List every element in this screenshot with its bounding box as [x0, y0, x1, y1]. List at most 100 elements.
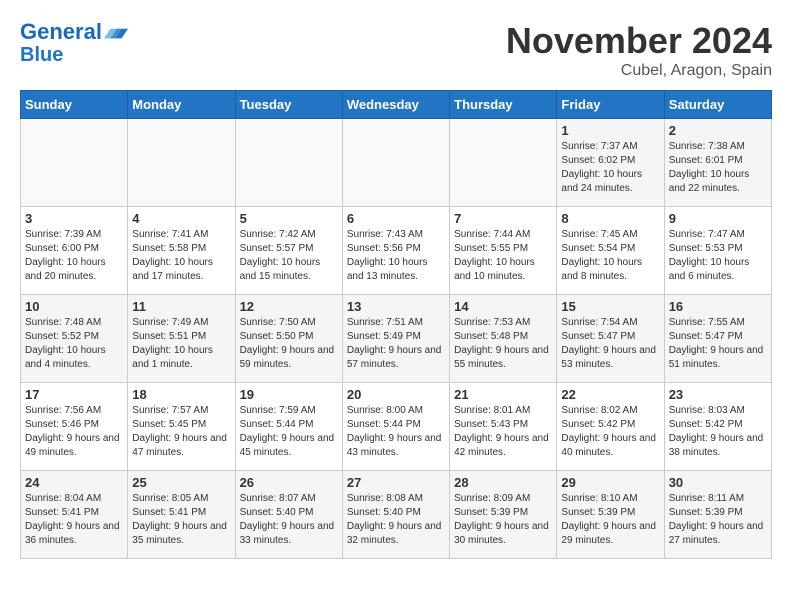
calendar-cell: 23 Sunrise: 8:03 AMSunset: 5:42 PMDayligh…: [664, 383, 771, 471]
weekday-header: Sunday: [21, 91, 128, 119]
day-info: Sunrise: 8:00 AMSunset: 5:44 PMDaylight:…: [347, 404, 445, 460]
calendar-cell: 4 Sunrise: 7:41 AMSunset: 5:58 PMDaylight…: [128, 207, 235, 295]
page-header: General Blue November 2024 Cubel, Aragon…: [20, 20, 772, 80]
calendar-cell: 30Sunrise: 8:11 AMSunset: 5:39 PMDayligh…: [664, 471, 771, 559]
day-number: 14: [454, 299, 552, 314]
day-number: 28: [454, 475, 552, 490]
day-number: 18: [132, 387, 230, 402]
logo-icon: [104, 20, 128, 44]
calendar-cell: 13 Sunrise: 7:51 AMSunset: 5:49 PMDayligh…: [342, 295, 449, 383]
day-info: Sunrise: 7:49 AMSunset: 5:51 PMDaylight:…: [132, 316, 230, 372]
day-number: 19: [240, 387, 338, 402]
weekday-header: Thursday: [450, 91, 557, 119]
title-block: November 2024 Cubel, Aragon, Spain: [506, 20, 772, 80]
day-number: 5: [240, 211, 338, 226]
day-number: 4: [132, 211, 230, 226]
day-number: 2: [669, 123, 767, 138]
day-number: 6: [347, 211, 445, 226]
calendar-cell: [342, 119, 449, 207]
calendar-cell: 25Sunrise: 8:05 AMSunset: 5:41 PMDayligh…: [128, 471, 235, 559]
day-number: 23: [669, 387, 767, 402]
day-info: Sunrise: 7:53 AMSunset: 5:48 PMDaylight:…: [454, 316, 552, 372]
day-info: Sunrise: 7:47 AMSunset: 5:53 PMDaylight:…: [669, 228, 767, 284]
calendar-body: 1Sunrise: 7:37 AMSunset: 6:02 PMDaylight…: [21, 119, 772, 559]
logo-text: General: [20, 20, 102, 44]
calendar-week-row: 24Sunrise: 8:04 AMSunset: 5:41 PMDayligh…: [21, 471, 772, 559]
calendar-cell: 3Sunrise: 7:39 AMSunset: 6:00 PMDaylight…: [21, 207, 128, 295]
calendar-cell: 11 Sunrise: 7:49 AMSunset: 5:51 PMDayligh…: [128, 295, 235, 383]
day-info: Sunrise: 8:07 AMSunset: 5:40 PMDaylight:…: [240, 492, 338, 548]
day-number: 9: [669, 211, 767, 226]
day-number: 11: [132, 299, 230, 314]
day-info: Sunrise: 8:08 AMSunset: 5:40 PMDaylight:…: [347, 492, 445, 548]
calendar-cell: 22 Sunrise: 8:02 AMSunset: 5:42 PMDayligh…: [557, 383, 664, 471]
day-number: 22: [561, 387, 659, 402]
calendar-week-row: 3Sunrise: 7:39 AMSunset: 6:00 PMDaylight…: [21, 207, 772, 295]
month-title: November 2024: [506, 20, 772, 62]
day-info: Sunrise: 8:03 AMSunset: 5:42 PMDaylight:…: [669, 404, 767, 460]
location: Cubel, Aragon, Spain: [506, 62, 772, 80]
day-info: Sunrise: 8:01 AMSunset: 5:43 PMDaylight:…: [454, 404, 552, 460]
day-info: Sunrise: 7:59 AMSunset: 5:44 PMDaylight:…: [240, 404, 338, 460]
calendar-cell: 27Sunrise: 8:08 AMSunset: 5:40 PMDayligh…: [342, 471, 449, 559]
day-info: Sunrise: 8:11 AMSunset: 5:39 PMDaylight:…: [669, 492, 767, 548]
calendar-cell: [235, 119, 342, 207]
day-info: Sunrise: 7:38 AMSunset: 6:01 PMDaylight:…: [669, 140, 767, 196]
calendar-cell: [128, 119, 235, 207]
logo: General Blue: [20, 20, 128, 66]
day-info: Sunrise: 7:48 AMSunset: 5:52 PMDaylight:…: [25, 316, 123, 372]
day-info: Sunrise: 8:10 AMSunset: 5:39 PMDaylight:…: [561, 492, 659, 548]
calendar-cell: 12 Sunrise: 7:50 AMSunset: 5:50 PMDayligh…: [235, 295, 342, 383]
day-info: Sunrise: 7:50 AMSunset: 5:50 PMDaylight:…: [240, 316, 338, 372]
day-info: Sunrise: 7:43 AMSunset: 5:56 PMDaylight:…: [347, 228, 445, 284]
calendar-cell: 28 Sunrise: 8:09 AMSunset: 5:39 PMDayligh…: [450, 471, 557, 559]
day-info: Sunrise: 7:54 AMSunset: 5:47 PMDaylight:…: [561, 316, 659, 372]
calendar-week-row: 1Sunrise: 7:37 AMSunset: 6:02 PMDaylight…: [21, 119, 772, 207]
day-info: Sunrise: 8:02 AMSunset: 5:42 PMDaylight:…: [561, 404, 659, 460]
day-info: Sunrise: 7:42 AMSunset: 5:57 PMDaylight:…: [240, 228, 338, 284]
calendar-cell: 17Sunrise: 7:56 AMSunset: 5:46 PMDayligh…: [21, 383, 128, 471]
day-info: Sunrise: 8:04 AMSunset: 5:41 PMDaylight:…: [25, 492, 123, 548]
day-info: Sunrise: 7:51 AMSunset: 5:49 PMDaylight:…: [347, 316, 445, 372]
calendar-cell: 24Sunrise: 8:04 AMSunset: 5:41 PMDayligh…: [21, 471, 128, 559]
calendar-cell: 1Sunrise: 7:37 AMSunset: 6:02 PMDaylight…: [557, 119, 664, 207]
weekday-header: Wednesday: [342, 91, 449, 119]
day-number: 15: [561, 299, 659, 314]
day-number: 29: [561, 475, 659, 490]
day-number: 7: [454, 211, 552, 226]
day-number: 20: [347, 387, 445, 402]
day-info: Sunrise: 8:09 AMSunset: 5:39 PMDaylight:…: [454, 492, 552, 548]
logo-line2: Blue: [20, 44, 128, 66]
day-info: Sunrise: 7:41 AMSunset: 5:58 PMDaylight:…: [132, 228, 230, 284]
calendar-cell: 26 Sunrise: 8:07 AMSunset: 5:40 PMDayligh…: [235, 471, 342, 559]
day-number: 3: [25, 211, 123, 226]
day-info: Sunrise: 7:45 AMSunset: 5:54 PMDaylight:…: [561, 228, 659, 284]
calendar-cell: 10 Sunrise: 7:48 AMSunset: 5:52 PMDayligh…: [21, 295, 128, 383]
calendar-cell: [21, 119, 128, 207]
calendar-cell: 18Sunrise: 7:57 AMSunset: 5:45 PMDayligh…: [128, 383, 235, 471]
day-info: Sunrise: 7:44 AMSunset: 5:55 PMDaylight:…: [454, 228, 552, 284]
calendar-cell: 29 Sunrise: 8:10 AMSunset: 5:39 PMDayligh…: [557, 471, 664, 559]
calendar-cell: 21 Sunrise: 8:01 AMSunset: 5:43 PMDayligh…: [450, 383, 557, 471]
day-number: 10: [25, 299, 123, 314]
calendar-week-row: 17Sunrise: 7:56 AMSunset: 5:46 PMDayligh…: [21, 383, 772, 471]
weekday-header: Saturday: [664, 91, 771, 119]
day-number: 16: [669, 299, 767, 314]
calendar-cell: [450, 119, 557, 207]
day-info: Sunrise: 7:55 AMSunset: 5:47 PMDaylight:…: [669, 316, 767, 372]
calendar-cell: 5 Sunrise: 7:42 AMSunset: 5:57 PMDaylight…: [235, 207, 342, 295]
day-number: 12: [240, 299, 338, 314]
calendar-cell: 20 Sunrise: 8:00 AMSunset: 5:44 PMDayligh…: [342, 383, 449, 471]
day-number: 26: [240, 475, 338, 490]
day-number: 13: [347, 299, 445, 314]
day-info: Sunrise: 7:37 AMSunset: 6:02 PMDaylight:…: [561, 140, 659, 196]
calendar-cell: 2 Sunrise: 7:38 AMSunset: 6:01 PMDaylight…: [664, 119, 771, 207]
day-number: 21: [454, 387, 552, 402]
calendar-cell: 7 Sunrise: 7:44 AMSunset: 5:55 PMDaylight…: [450, 207, 557, 295]
weekday-header: Monday: [128, 91, 235, 119]
weekday-header: Tuesday: [235, 91, 342, 119]
calendar-table: SundayMondayTuesdayWednesdayThursdayFrid…: [20, 90, 772, 559]
day-number: 8: [561, 211, 659, 226]
day-info: Sunrise: 8:05 AMSunset: 5:41 PMDaylight:…: [132, 492, 230, 548]
calendar-cell: 14 Sunrise: 7:53 AMSunset: 5:48 PMDayligh…: [450, 295, 557, 383]
